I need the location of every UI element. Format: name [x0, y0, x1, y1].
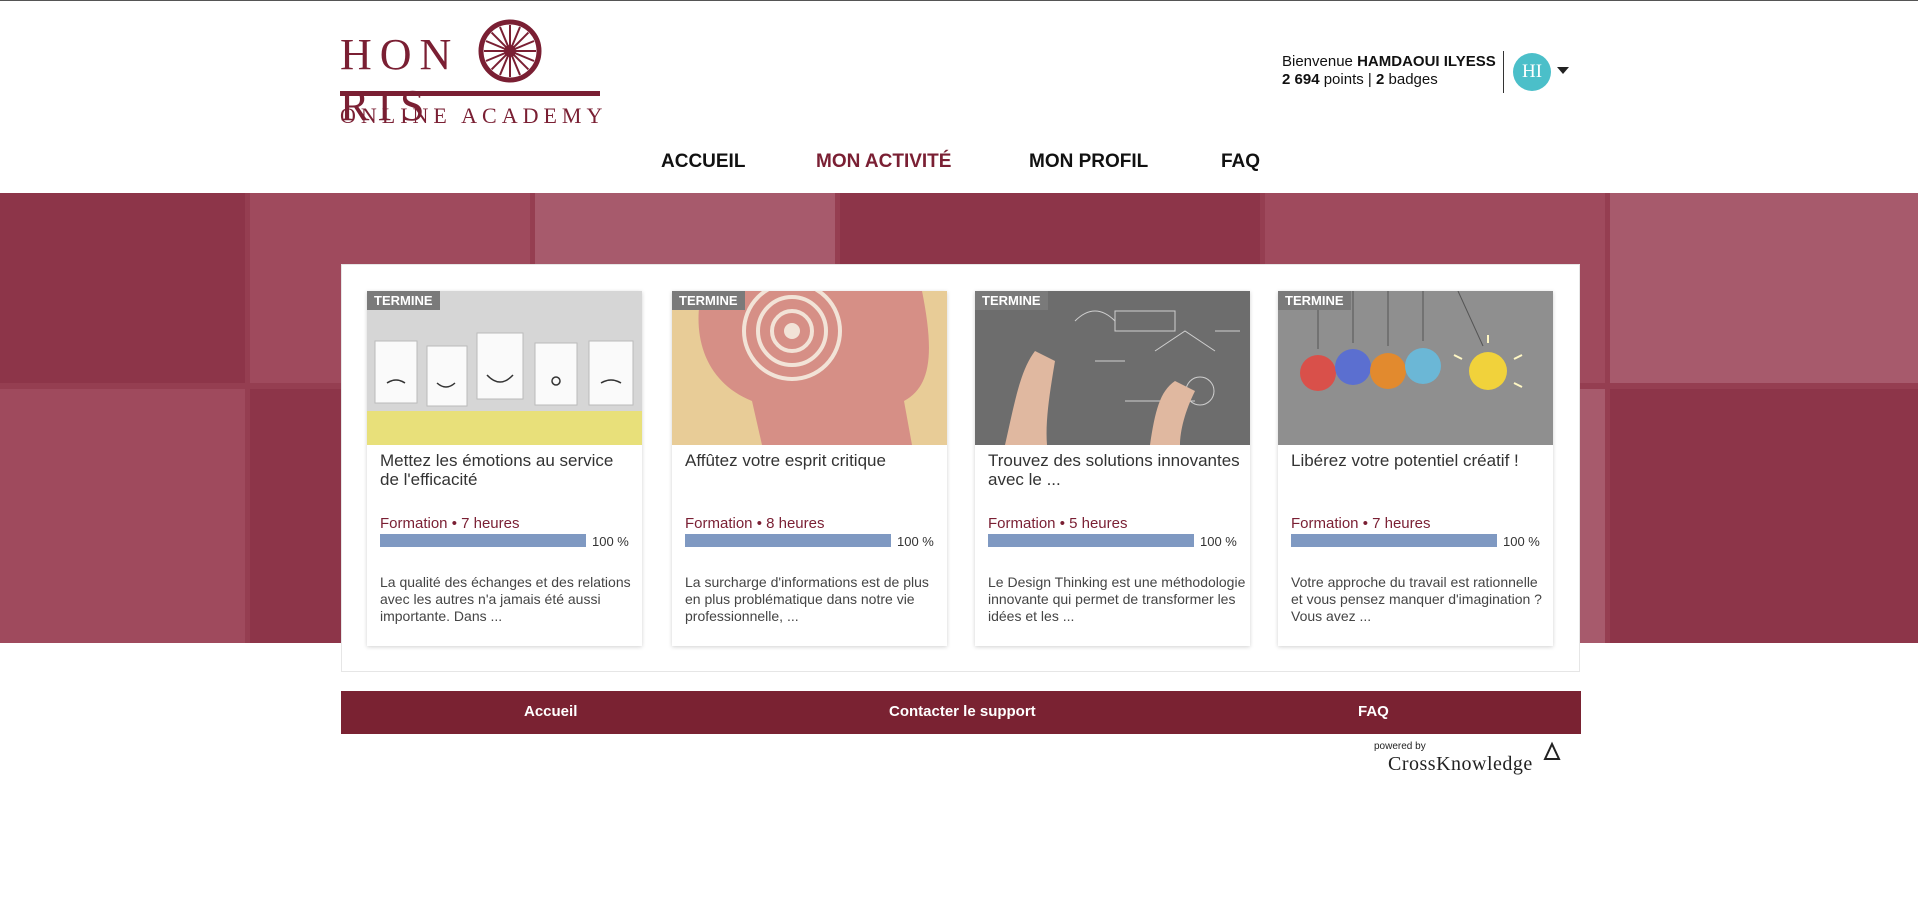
badges-value: 2 — [1376, 71, 1385, 88]
logo-subtitle: ONLINE ACADEMY — [340, 103, 608, 128]
avatar[interactable]: HI — [1513, 53, 1551, 91]
progress-fill — [380, 534, 586, 547]
main-nav: ACCUEIL MON ACTIVITÉ MON PROFIL FAQ — [0, 151, 1918, 177]
progress-label: 100 % — [592, 534, 629, 549]
activity-panel: TERMINE Mettez les émotions au service d… — [341, 264, 1580, 672]
course-card[interactable]: TERMINE Mettez les émotions au service d… — [367, 291, 642, 646]
nav-item-faq[interactable]: FAQ — [1221, 151, 1260, 173]
progress-bar — [988, 534, 1194, 547]
progress-label: 100 % — [1200, 534, 1237, 549]
course-card[interactable]: TERMINE Libérez votre potentiel créatif … — [1278, 291, 1553, 646]
powered-by-label: powered by — [1374, 741, 1426, 752]
nav-item-mon-profil[interactable]: MON PROFIL — [1029, 151, 1148, 173]
status-badge: TERMINE — [1278, 291, 1351, 310]
progress-label: 100 % — [897, 534, 934, 549]
course-card[interactable]: TERMINE Affûtez votre esprit critique Fo… — [672, 291, 947, 646]
status-badge: TERMINE — [672, 291, 745, 310]
logo-wheel-icon — [478, 19, 542, 83]
status-badge: TERMINE — [367, 291, 440, 310]
status-badge: TERMINE — [975, 291, 1048, 310]
course-description: Votre approche du travail est rationnell… — [1291, 574, 1542, 624]
course-description: La surcharge d'informations est de plus … — [685, 574, 929, 624]
course-meta: Formation • 7 heures — [1291, 515, 1431, 532]
progress-bar — [685, 534, 891, 547]
progress-bar — [380, 534, 586, 547]
course-thumbnail-emotions — [367, 291, 642, 445]
greeting-text: Bienvenue — [1282, 53, 1353, 70]
progress-fill — [685, 534, 891, 547]
course-thumbnail-design-thinking — [975, 291, 1250, 445]
logo-rule — [340, 91, 600, 96]
course-meta: Formation • 8 heures — [685, 515, 825, 532]
course-thumbnail-creativity — [1278, 291, 1553, 445]
course-description: Le Design Thinking est une méthodologie … — [988, 574, 1246, 624]
points-value: 2 694 — [1282, 71, 1320, 88]
crossknowledge-logo[interactable]: CrossKnowledge — [1388, 753, 1533, 776]
user-info: Bienvenue HAMDAOUI ILYESS 2 694 points |… — [1282, 53, 1496, 89]
course-title[interactable]: Libérez votre potentiel créatif ! — [1291, 451, 1546, 470]
course-title[interactable]: Trouvez des solutions innovantes avec le… — [988, 451, 1243, 489]
footer-link-accueil[interactable]: Accueil — [524, 703, 577, 720]
progress-label: 100 % — [1503, 534, 1540, 549]
footer-link-support[interactable]: Contacter le support — [889, 703, 1036, 720]
course-thumbnail-critical-thinking — [672, 291, 947, 445]
progress-bar — [1291, 534, 1497, 547]
course-title[interactable]: Mettez les émotions au service de l'effi… — [380, 451, 635, 489]
nav-item-mon-activite[interactable]: MON ACTIVITÉ — [816, 151, 951, 173]
course-meta: Formation • 5 heures — [988, 515, 1128, 532]
badges-label: badges — [1388, 71, 1438, 88]
honoris-logo[interactable]: HONRIS ONLINE ACADEMY — [340, 17, 608, 130]
course-description: La qualité des échanges et des relations… — [380, 574, 631, 624]
crossknowledge-icon — [1543, 741, 1561, 760]
points-label: points — [1323, 71, 1364, 88]
user-name: HAMDAOUI ILYESS — [1357, 53, 1496, 70]
points-separator: | — [1367, 71, 1372, 88]
footer-bar: Accueil Contacter le support FAQ — [341, 691, 1581, 734]
progress-fill — [988, 534, 1194, 547]
chevron-down-icon[interactable] — [1557, 67, 1569, 74]
footer-link-faq[interactable]: FAQ — [1358, 703, 1389, 720]
progress-fill — [1291, 534, 1497, 547]
course-card[interactable]: TERMINE Trouvez des solutions innovantes… — [975, 291, 1250, 646]
logo-word-left: HON — [340, 30, 460, 79]
course-title[interactable]: Affûtez votre esprit critique — [685, 451, 940, 470]
nav-item-accueil[interactable]: ACCUEIL — [661, 151, 745, 173]
user-divider — [1503, 51, 1504, 93]
course-meta: Formation • 7 heures — [380, 515, 520, 532]
